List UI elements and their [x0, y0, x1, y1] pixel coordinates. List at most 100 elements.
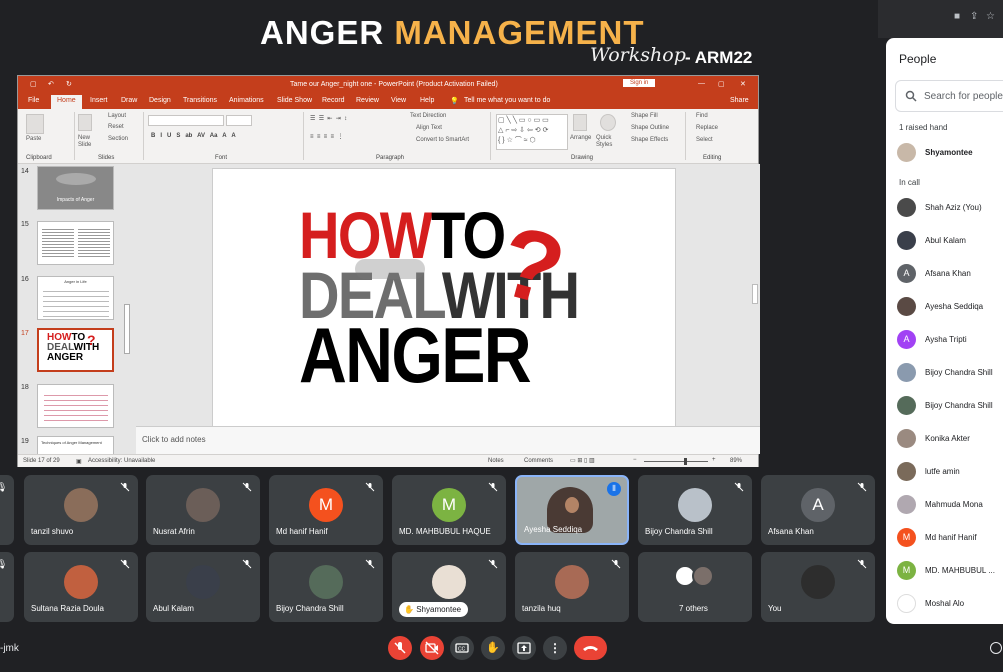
find-button[interactable]: Find [696, 113, 708, 119]
paragraph-align-buttons[interactable]: ≡ ≡ ≡ ≡ ⋮ [310, 133, 343, 140]
arrange-icon[interactable] [573, 114, 587, 131]
reset-button[interactable]: Reset [108, 124, 124, 130]
zoom-slider-thumb[interactable] [684, 458, 687, 465]
select-button[interactable]: Select [696, 137, 713, 143]
font-size-box[interactable] [226, 115, 252, 126]
participant-tile[interactable]: tanzila huq [515, 552, 629, 622]
people-item[interactable]: M MD. MAHBUBUL ... [897, 560, 1003, 582]
participant-tile[interactable]: Nusrat Afrin [146, 475, 260, 545]
tab-home[interactable]: Home [51, 95, 82, 109]
people-item[interactable]: A Aysha Tripti [897, 329, 1003, 351]
meeting-info-icon[interactable] [990, 642, 1002, 654]
slide-thumbnail-15[interactable] [37, 221, 114, 265]
tab-file[interactable]: File [28, 97, 39, 104]
shapes-gallery[interactable]: ▢ ╲ ╲ ▭ ○ ▭ ▭ △ ⌐ ⇨ ⇩ ⇦ ⟲ ⟳{ } ☆ ⌒ ≈ ⬡ [496, 114, 568, 150]
notes-pane[interactable]: Click to add notes [136, 426, 760, 454]
people-item[interactable]: Mahmuda Mona [897, 494, 1003, 516]
captions-button[interactable]: CC [450, 636, 474, 660]
tell-me-search[interactable]: Tell me what you want to do [464, 97, 550, 104]
tab-review[interactable]: Review [356, 97, 379, 104]
new-slide-label[interactable]: New Slide [78, 135, 98, 149]
paste-icon[interactable] [26, 114, 44, 134]
people-item-raised[interactable]: Shyamontee [897, 142, 1003, 164]
bookmark-star-icon[interactable]: ☆ [986, 11, 995, 22]
tab-record[interactable]: Record [322, 97, 345, 104]
quick-styles-icon[interactable] [600, 114, 616, 131]
participant-tile-partial[interactable]: 🎙 [0, 475, 14, 545]
replace-button[interactable]: Replace [696, 125, 718, 131]
view-buttons[interactable]: ▭ ⊞ ▯ ▥ [570, 457, 595, 464]
people-item[interactable]: Bijoy Chandra Shill [897, 362, 1003, 384]
people-item[interactable]: Ayesha Seddiqa [897, 296, 1003, 318]
quick-styles-label[interactable]: Quick Styles [596, 135, 618, 149]
people-item[interactable]: Shah Aziz (You) [897, 197, 1003, 219]
thumbnail-scrollbar[interactable] [124, 304, 130, 354]
align-text-button[interactable]: Align Text [416, 125, 442, 131]
redo-icon[interactable]: ↻ [66, 80, 72, 88]
text-direction-button[interactable]: Text Direction [410, 113, 446, 119]
tab-insert[interactable]: Insert [90, 97, 108, 104]
participant-tile-partial[interactable]: 🎙 [0, 552, 14, 622]
tab-design[interactable]: Design [149, 97, 171, 104]
shape-effects-button[interactable]: Shape Effects [631, 137, 668, 143]
paragraph-list-buttons[interactable]: ☰ ☰ ⇤ ⇥ ↕ [310, 115, 347, 122]
people-item[interactable]: Moshal Alo [897, 593, 1003, 615]
font-format-buttons[interactable]: B I U S ab AV Aa A A [151, 133, 236, 139]
tab-animations[interactable]: Animations [229, 97, 264, 104]
participant-tile-self[interactable]: You [761, 552, 875, 622]
camera-indicator-icon[interactable]: ■ [954, 11, 960, 22]
participant-tile-speaking[interactable]: ⦀ Ayesha Seddiqa [515, 475, 629, 545]
paste-label[interactable]: Paste [26, 136, 41, 142]
people-item[interactable]: M Md hanif Hanif [897, 527, 1003, 549]
tab-draw[interactable]: Draw [121, 97, 137, 104]
close-icon[interactable]: ✕ [740, 80, 746, 88]
participant-tile[interactable]: Sultana Razia Doula [24, 552, 138, 622]
participant-tile-others[interactable]: 7 others [638, 552, 752, 622]
people-item[interactable]: lutfe amin [897, 461, 1003, 483]
participant-tile[interactable]: ✋ Shyamontee [392, 552, 506, 622]
slide-thumbnail-14[interactable]: Impacts of Anger [37, 166, 114, 210]
spellcheck-icon[interactable]: ▣ [76, 458, 82, 465]
shape-outline-button[interactable]: Shape Outline [631, 125, 669, 131]
participant-tile[interactable]: M MD. MAHBUBUL HAQUE [392, 475, 506, 545]
undo-icon[interactable]: ↶ [48, 80, 54, 88]
people-item[interactable]: A Afsana Khan [897, 263, 1003, 285]
slide-thumbnail-17[interactable]: HOWTO DEALWITH ANGER ? [37, 328, 114, 372]
camera-toggle-button[interactable] [420, 636, 444, 660]
new-slide-icon[interactable] [78, 114, 92, 131]
participant-tile[interactable]: Bijoy Chandra Shill [269, 552, 383, 622]
editor-scrollbar[interactable] [752, 284, 758, 304]
participant-tile[interactable]: Bijoy Chandra Shill [638, 475, 752, 545]
tab-transitions[interactable]: Transitions [183, 97, 217, 104]
sign-in-button[interactable]: Sign in [623, 79, 656, 87]
participant-tile[interactable]: tanzil shuvo [24, 475, 138, 545]
people-item[interactable]: Abul Kalam [897, 230, 1003, 252]
tab-help[interactable]: Help [420, 97, 434, 104]
people-item[interactable]: Konika Akter [897, 428, 1003, 450]
smartart-button[interactable]: Convert to SmartArt [416, 137, 469, 143]
accessibility-status[interactable]: Accessibility: Unavailable [88, 458, 155, 464]
people-item[interactable]: Bijoy Chandra Shill [897, 395, 1003, 417]
layout-button[interactable]: Layout [108, 113, 126, 119]
tab-slide-show[interactable]: Slide Show [277, 97, 312, 104]
maximize-icon[interactable]: ▢ [718, 80, 725, 88]
leave-call-button[interactable] [574, 636, 607, 660]
section-button[interactable]: Section [108, 136, 128, 142]
slide-thumbnail-16[interactable]: Anger in Life [37, 276, 114, 320]
present-button[interactable] [512, 636, 536, 660]
search-input[interactable]: Search for people [895, 80, 1003, 112]
zoom-slider[interactable] [644, 461, 708, 462]
current-slide[interactable]: HOWTO DEALWITH ANGER ? [212, 168, 676, 429]
notes-toggle[interactable]: Notes [488, 458, 504, 464]
zoom-out-icon[interactable]: − [633, 457, 637, 463]
mic-toggle-button[interactable] [388, 636, 412, 660]
share-button[interactable]: Share [730, 97, 749, 104]
minimize-icon[interactable]: — [698, 80, 705, 87]
arrange-label[interactable]: Arrange [570, 135, 591, 141]
participant-tile[interactable]: A Afsana Khan [761, 475, 875, 545]
font-name-box[interactable] [148, 115, 224, 126]
zoom-in-icon[interactable]: + [712, 457, 716, 463]
shape-fill-button[interactable]: Shape Fill [631, 113, 658, 119]
presenter-controls-overlay[interactable] [355, 259, 425, 279]
more-options-button[interactable]: ⋮ [543, 636, 567, 660]
